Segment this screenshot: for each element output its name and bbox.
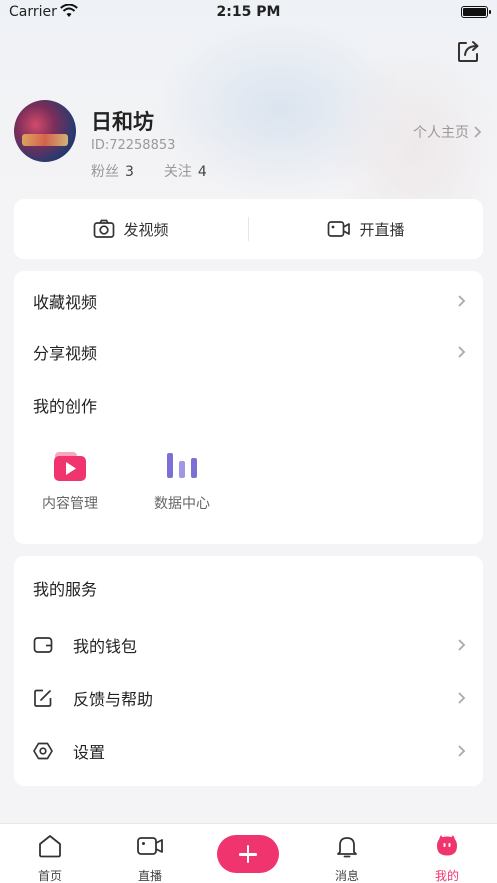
battery-icon [461,6,491,18]
tab-mine[interactable]: 我的 [407,830,487,883]
profile-name: 日和坊 [91,110,154,134]
chevron-right-icon [458,346,466,358]
mine-icon [437,835,457,856]
chevron-right-icon [458,745,466,757]
status-bar: Carrier 2:15 PM [0,0,497,24]
videos-card: 收藏视频 分享视频 我的创作 内容管理 数据中心 [14,271,483,544]
home-icon [39,835,61,858]
settings-row[interactable]: 设置 [33,736,467,766]
gear-icon [33,742,53,760]
profile-stats: 粉丝 3 关注 4 [91,161,207,181]
creations-title: 我的创作 [33,397,98,416]
services-title: 我的服务 [33,580,98,599]
go-live-button[interactable]: 开直播 [249,199,483,259]
content-manage-button[interactable]: 内容管理 [30,447,110,513]
favorites-row[interactable]: 收藏视频 [33,286,467,316]
homepage-link[interactable]: 个人主页 [413,122,483,142]
quick-actions-card: 发视频 开直播 [14,199,483,259]
wallet-icon [33,637,53,653]
chevron-right-icon [458,639,466,651]
chevron-right-icon [458,295,466,307]
profile-id: ID:72258853 [91,138,176,153]
tab-bar: 首页 直播 消息 我的 [0,823,497,883]
tab-messages[interactable]: 消息 [307,830,387,883]
bar-chart-icon [167,453,197,478]
tab-live[interactable]: 直播 [110,830,190,883]
edit-icon [34,689,52,707]
wallet-row[interactable]: 我的钱包 [33,630,467,660]
shared-row[interactable]: 分享视频 [33,337,467,367]
chevron-right-icon [458,692,466,704]
video-camera-icon [328,221,351,237]
tab-home[interactable]: 首页 [10,830,90,883]
share-icon[interactable] [456,38,482,64]
post-video-button[interactable]: 发视频 [14,199,248,259]
plus-icon[interactable] [217,835,279,873]
clock: 2:15 PM [216,4,281,20]
camera-icon [94,219,115,238]
services-card: 我的服务 我的钱包 反馈与帮助 设置 [14,556,483,786]
data-center-button[interactable]: 数据中心 [142,447,222,513]
live-icon [137,837,163,855]
avatar[interactable] [14,100,76,162]
chevron-right-icon [474,126,482,138]
fans-stat[interactable]: 粉丝 3 [91,161,134,181]
bell-icon [337,837,357,858]
play-icon [54,452,86,481]
following-stat[interactable]: 关注 4 [164,161,207,181]
feedback-row[interactable]: 反馈与帮助 [33,683,467,713]
